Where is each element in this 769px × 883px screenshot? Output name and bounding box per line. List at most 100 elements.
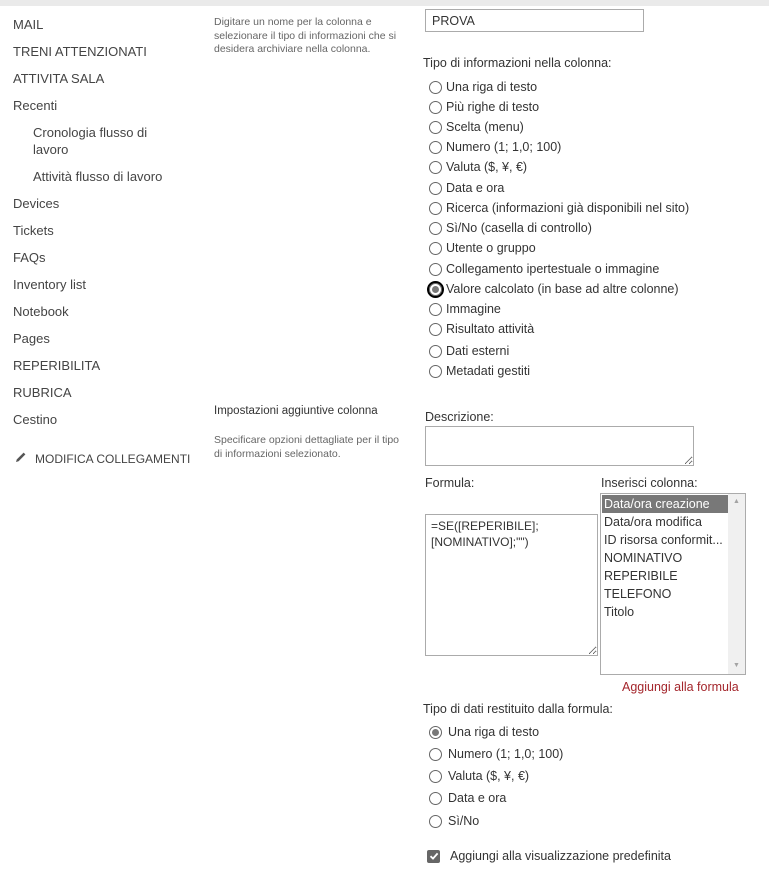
pencil-icon: [15, 451, 27, 466]
column-type-option-label: Più righe di testo: [446, 100, 540, 114]
return-type-option-label: Data e ora: [448, 791, 507, 805]
column-type-option[interactable]: Metadati gestiti: [429, 362, 530, 380]
radio-button[interactable]: [429, 747, 442, 761]
radio-button[interactable]: [429, 344, 442, 358]
radio-button[interactable]: [429, 302, 442, 316]
column-type-option-label: Immagine: [446, 302, 501, 316]
nav-item-cestino[interactable]: Cestino: [13, 411, 57, 428]
column-type-option[interactable]: Sì/No (casella di controllo): [429, 219, 592, 237]
column-type-option-label: Ricerca (informazioni già disponibili ne…: [446, 201, 690, 215]
listbox-scrollbar[interactable]: ▲ ▼: [728, 494, 745, 674]
additional-settings-description: Specificare opzioni dettagliate per il t…: [214, 434, 400, 460]
radio-button[interactable]: [429, 100, 442, 114]
radio-button[interactable]: [429, 120, 442, 134]
add-to-default-view-checkbox-row[interactable]: Aggiungi alla visualizzazione predefinit…: [427, 849, 671, 863]
add-to-default-view-label: Aggiungi alla visualizzazione predefinit…: [450, 849, 671, 863]
insert-column-label: Inserisci colonna:: [601, 476, 698, 490]
column-type-option[interactable]: Valuta ($, ¥, €): [429, 158, 527, 176]
nav-item-cronologia-flusso[interactable]: Cronologia flusso di lavoro: [33, 124, 173, 158]
return-type-option[interactable]: Valuta ($, ¥, €): [429, 767, 529, 785]
column-type-option[interactable]: Più righe di testo: [429, 98, 539, 116]
description-textarea[interactable]: [425, 426, 694, 466]
radio-button[interactable]: [429, 241, 442, 255]
column-type-option[interactable]: Dati esterni: [429, 342, 509, 360]
nav-item-recenti[interactable]: Recenti: [13, 97, 57, 114]
return-type-option[interactable]: Sì/No: [429, 812, 479, 830]
radio-button[interactable]: [429, 262, 442, 276]
column-type-option[interactable]: Numero (1; 1,0; 100): [429, 138, 561, 156]
add-to-formula-link[interactable]: Aggiungi alla formula: [622, 680, 739, 694]
radio-button[interactable]: [429, 140, 442, 154]
column-type-option[interactable]: Collegamento ipertestuale o immagine: [429, 260, 659, 278]
insert-column-option[interactable]: Titolo: [602, 603, 728, 621]
checkmark-icon: [429, 852, 438, 860]
nav-item-faqs[interactable]: FAQs: [13, 249, 46, 266]
insert-column-option[interactable]: Data/ora modifica: [602, 513, 728, 531]
additional-settings-title: Impostazioni aggiuntive colonna: [214, 405, 378, 417]
radio-button[interactable]: [429, 364, 442, 378]
return-type-label: Tipo di dati restituito dalla formula:: [423, 702, 613, 716]
column-type-option-label: Una riga di testo: [446, 80, 538, 94]
radio-button[interactable]: [429, 160, 442, 174]
nav-item-inventory-list[interactable]: Inventory list: [13, 276, 86, 293]
column-type-option[interactable]: Valore calcolato (in base ad altre colon…: [427, 280, 679, 298]
column-type-option-label: Scelta (menu): [446, 120, 524, 134]
radio-button[interactable]: [429, 201, 442, 215]
nav-item-mail[interactable]: MAIL: [13, 16, 43, 33]
radio-button[interactable]: [429, 322, 442, 336]
radio-button[interactable]: [429, 181, 442, 195]
column-type-option-label: Metadati gestiti: [446, 364, 531, 378]
nav-item-treni-attenzionati[interactable]: TRENI ATTENZIONATI: [13, 43, 147, 60]
scroll-up-icon[interactable]: ▲: [728, 495, 745, 509]
add-to-default-view-checkbox[interactable]: [427, 849, 440, 863]
radio-button[interactable]: [429, 80, 442, 94]
return-type-option[interactable]: Numero (1; 1,0; 100): [429, 745, 563, 763]
column-type-option-label: Sì/No (casella di controllo): [446, 221, 592, 235]
insert-column-option[interactable]: ID risorsa conformit...: [602, 531, 728, 549]
column-type-option[interactable]: Una riga di testo: [429, 78, 537, 96]
nav-item-pages[interactable]: Pages: [13, 330, 50, 347]
column-type-option-label: Valore calcolato (in base ad altre colon…: [446, 282, 679, 296]
column-type-option[interactable]: Scelta (menu): [429, 118, 524, 136]
insert-column-option[interactable]: REPERIBILE: [602, 567, 728, 585]
column-type-option[interactable]: Immagine: [429, 300, 501, 318]
return-type-option[interactable]: Data e ora: [429, 789, 506, 807]
insert-column-listbox[interactable]: Data/ora creazione Data/ora modifica ID ri…: [600, 493, 746, 675]
radio-button[interactable]: [427, 280, 444, 298]
nav-item-rubrica[interactable]: RUBRICA: [13, 384, 72, 401]
column-type-option-label: Numero (1; 1,0; 100): [446, 140, 562, 154]
insert-column-option[interactable]: NOMINATIVO: [602, 549, 728, 567]
nav-item-attivita-flusso[interactable]: Attività flusso di lavoro: [33, 168, 173, 185]
column-type-option[interactable]: Data e ora: [429, 179, 504, 197]
column-type-option[interactable]: Risultato attività: [429, 320, 534, 338]
radio-button[interactable]: [429, 725, 442, 739]
name-section-description: Digitare un nome per la colonna e selezi…: [214, 16, 397, 55]
insert-column-option[interactable]: Data/ora creazione: [602, 495, 728, 513]
nav-item-tickets[interactable]: Tickets: [13, 222, 54, 239]
column-name-input[interactable]: [425, 9, 644, 32]
nav-item-reperibilita[interactable]: REPERIBILITA: [13, 357, 100, 374]
nav-item-notebook[interactable]: Notebook: [13, 303, 69, 320]
radio-button[interactable]: [429, 769, 442, 783]
formula-label: Formula:: [425, 476, 475, 490]
description-label: Descrizione:: [425, 410, 494, 424]
radio-button[interactable]: [429, 791, 442, 805]
column-type-option-label: Collegamento ipertestuale o immagine: [446, 262, 660, 276]
column-type-option-label: Utente o gruppo: [446, 241, 536, 255]
scroll-down-icon[interactable]: ▼: [728, 659, 745, 673]
radio-button[interactable]: [429, 814, 442, 828]
column-type-option-label: Dati esterni: [446, 344, 510, 358]
column-type-option[interactable]: Utente o gruppo: [429, 239, 536, 257]
column-type-option[interactable]: Ricerca (informazioni già disponibili ne…: [429, 199, 689, 217]
formula-textarea[interactable]: =SE([REPERIBILE]; [NOMINATIVO];""): [425, 514, 598, 656]
edit-links-button[interactable]: MODIFICA COLLEGAMENTI: [15, 451, 190, 466]
edit-links-label: MODIFICA COLLEGAMENTI: [35, 451, 191, 466]
radio-button[interactable]: [429, 221, 442, 235]
return-type-option-label: Una riga di testo: [448, 725, 540, 739]
type-label: Tipo di informazioni nella colonna:: [423, 56, 612, 70]
return-type-option[interactable]: Una riga di testo: [429, 723, 539, 741]
nav-item-devices[interactable]: Devices: [13, 195, 59, 212]
insert-column-option[interactable]: TELEFONO: [602, 585, 728, 603]
nav-item-attivita-sala[interactable]: ATTIVITA SALA: [13, 70, 104, 87]
insert-column-options: Data/ora creazione Data/ora modifica ID ri…: [602, 495, 728, 621]
